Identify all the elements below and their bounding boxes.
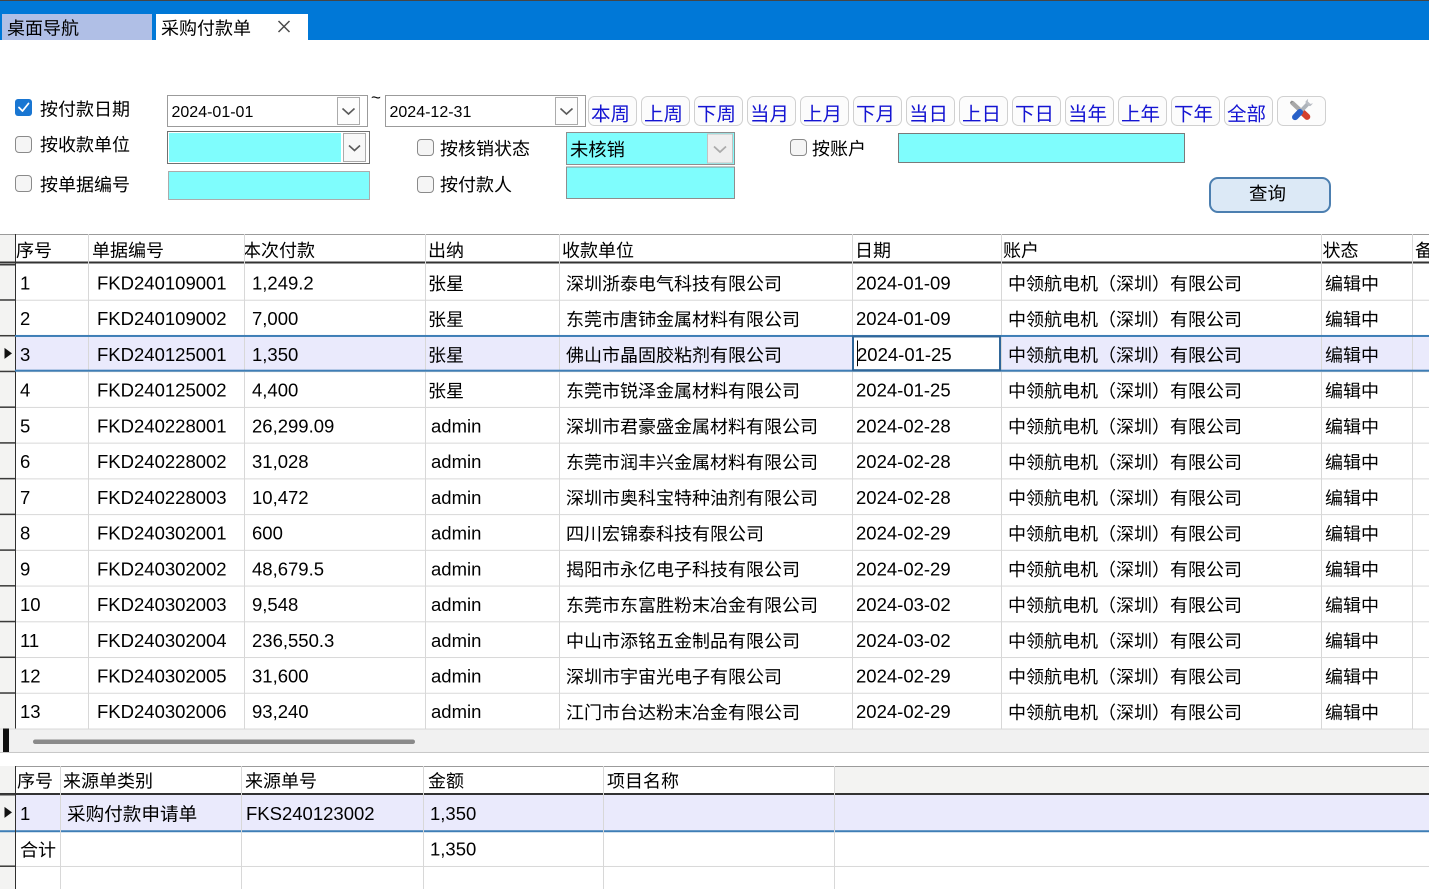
svg-text:FKD240125002: FKD240125002 bbox=[97, 380, 227, 401]
svg-text:31,028: 31,028 bbox=[252, 451, 309, 472]
svg-text:31,600: 31,600 bbox=[252, 665, 309, 686]
svg-text:1,350: 1,350 bbox=[252, 344, 298, 365]
svg-text:2024-02-28: 2024-02-28 bbox=[856, 415, 951, 436]
svg-text:236,550.3: 236,550.3 bbox=[252, 630, 334, 651]
svg-text:93,240: 93,240 bbox=[252, 701, 309, 722]
svg-text:9: 9 bbox=[20, 558, 30, 579]
svg-text:FKD240302001: FKD240302001 bbox=[97, 523, 227, 544]
svg-text:2: 2 bbox=[20, 308, 30, 329]
svg-text:2024-02-29: 2024-02-29 bbox=[856, 523, 951, 544]
svg-text:4,400: 4,400 bbox=[252, 380, 298, 401]
svg-text:FKS240123002: FKS240123002 bbox=[246, 803, 375, 824]
svg-text:10,472: 10,472 bbox=[252, 487, 309, 508]
svg-text:admin: admin bbox=[431, 630, 481, 651]
svg-text:~: ~ bbox=[371, 88, 381, 107]
svg-text:7: 7 bbox=[20, 487, 30, 508]
svg-text:2024-02-28: 2024-02-28 bbox=[856, 451, 951, 472]
svg-text:2024-01-09: 2024-01-09 bbox=[856, 272, 951, 293]
svg-text:admin: admin bbox=[431, 487, 481, 508]
svg-text:2024-01-25: 2024-01-25 bbox=[856, 380, 951, 401]
svg-text:11: 11 bbox=[20, 630, 39, 651]
svg-text:2024-02-28: 2024-02-28 bbox=[856, 487, 951, 508]
svg-text:13: 13 bbox=[20, 701, 41, 722]
svg-text:10: 10 bbox=[20, 594, 41, 615]
svg-text:admin: admin bbox=[431, 594, 481, 615]
svg-text:1: 1 bbox=[20, 272, 30, 293]
svg-text:3: 3 bbox=[20, 344, 30, 365]
svg-text:FKD240302004: FKD240302004 bbox=[97, 630, 227, 651]
svg-text:2024-01-01: 2024-01-01 bbox=[172, 104, 254, 121]
svg-text:1,350: 1,350 bbox=[430, 839, 476, 860]
svg-text:2024-03-02: 2024-03-02 bbox=[856, 594, 951, 615]
svg-text:FKD240302002: FKD240302002 bbox=[97, 558, 227, 579]
svg-text:1,350: 1,350 bbox=[430, 803, 476, 824]
svg-text:FKD240302003: FKD240302003 bbox=[97, 594, 227, 615]
svg-text:FKD240109002: FKD240109002 bbox=[97, 308, 227, 329]
svg-text:48,679.5: 48,679.5 bbox=[252, 558, 324, 579]
svg-text:FKD240302006: FKD240302006 bbox=[97, 701, 227, 722]
svg-text:admin: admin bbox=[431, 415, 481, 436]
svg-text:7,000: 7,000 bbox=[252, 308, 298, 329]
svg-text:600: 600 bbox=[252, 523, 283, 544]
svg-text:8: 8 bbox=[20, 523, 30, 544]
svg-text:FKD240228001: FKD240228001 bbox=[97, 415, 227, 436]
svg-text:FKD240228002: FKD240228002 bbox=[97, 451, 227, 472]
svg-text:admin: admin bbox=[431, 523, 481, 544]
svg-text:2024-03-02: 2024-03-02 bbox=[856, 630, 951, 651]
svg-text:2024-02-29: 2024-02-29 bbox=[856, 701, 951, 722]
svg-text:admin: admin bbox=[431, 451, 481, 472]
svg-text:2024-12-31: 2024-12-31 bbox=[390, 104, 472, 121]
svg-text:26,299.09: 26,299.09 bbox=[252, 415, 334, 436]
svg-text:admin: admin bbox=[431, 558, 481, 579]
svg-text:FKD240125001: FKD240125001 bbox=[97, 344, 227, 365]
svg-text:admin: admin bbox=[431, 665, 481, 686]
svg-text:FKD240228003: FKD240228003 bbox=[97, 487, 227, 508]
svg-text:2024-02-29: 2024-02-29 bbox=[856, 558, 951, 579]
svg-text:FKD240302005: FKD240302005 bbox=[97, 665, 227, 686]
svg-text:2024-01-09: 2024-01-09 bbox=[856, 308, 951, 329]
svg-text:admin: admin bbox=[431, 701, 481, 722]
svg-text:1,249.2: 1,249.2 bbox=[252, 272, 314, 293]
svg-text:6: 6 bbox=[20, 451, 30, 472]
svg-text:5: 5 bbox=[20, 415, 30, 436]
svg-text:12: 12 bbox=[20, 665, 41, 686]
svg-text:2024-02-29: 2024-02-29 bbox=[856, 665, 951, 686]
svg-text:2024-01-25: 2024-01-25 bbox=[857, 344, 952, 365]
svg-text:FKD240109001: FKD240109001 bbox=[97, 272, 227, 293]
svg-text:9,548: 9,548 bbox=[252, 594, 298, 615]
svg-text:1: 1 bbox=[20, 803, 30, 824]
svg-text:4: 4 bbox=[20, 380, 30, 401]
